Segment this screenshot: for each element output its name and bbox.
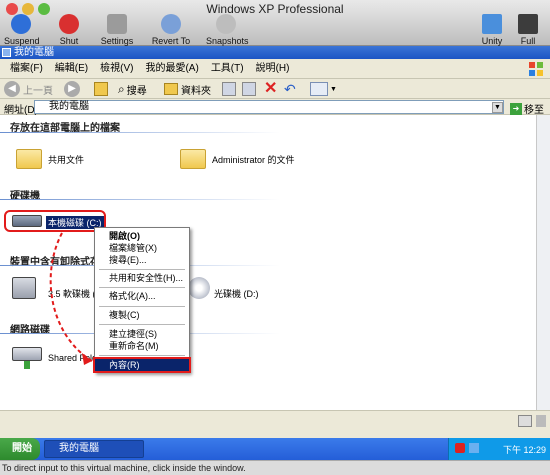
cd-drive-item[interactable]: 光碟機 (D:)	[214, 287, 259, 300]
menu-bar: 檔案(F) 編輯(E) 檢視(V) 我的最愛(A) 工具(T) 說明(H)	[0, 59, 550, 79]
folders-button[interactable]: 資料夾	[164, 81, 211, 97]
go-arrow-icon: ➜	[510, 102, 522, 115]
taskbar-my-computer-button[interactable]: 我的電腦	[44, 440, 144, 458]
ctx-copy[interactable]: 複製(C)	[95, 309, 189, 321]
copy-to-icon	[242, 82, 256, 96]
content-pane: 存放在這部電腦上的檔案 共用文件 Administrator 的文件 硬碟機 本…	[0, 115, 536, 410]
settings-icon	[107, 14, 127, 34]
stop-icon	[59, 14, 79, 34]
menu-tools[interactable]: 工具(T)	[205, 59, 250, 79]
vertical-scrollbar[interactable]	[536, 115, 550, 410]
forward-arrow-icon: ▶	[64, 81, 80, 97]
move-to-icon	[222, 82, 236, 96]
menu-favorites[interactable]: 我的最愛(A)	[139, 59, 204, 79]
security-alert-icon[interactable]	[455, 443, 465, 453]
chevron-down-icon: ▼	[330, 85, 337, 93]
menu-file[interactable]: 檔案(F)	[4, 59, 49, 79]
ctx-rename[interactable]: 重新命名(M)	[95, 340, 189, 352]
menu-help[interactable]: 說明(H)	[250, 59, 296, 79]
ctx-separator	[99, 324, 185, 325]
pause-icon	[11, 14, 31, 34]
unity-icon	[482, 14, 502, 34]
search-icon: ⌕	[118, 81, 125, 96]
menu-view[interactable]: 檢視(V)	[94, 59, 139, 79]
unity-button[interactable]: Unity	[478, 14, 506, 46]
xp-window-titlebar: 我的電腦	[0, 46, 550, 59]
toolbar: ◀ 上一頁 ▶ ⌕ 搜尋 資料夾 ✕ ↶ ▼	[0, 79, 550, 99]
back-button[interactable]: ◀ 上一頁	[4, 81, 53, 97]
undo-button[interactable]: ↶	[284, 81, 296, 97]
views-icon	[310, 82, 328, 96]
views-button[interactable]: ▼	[310, 81, 337, 97]
clock: 下午 12:29	[502, 445, 546, 455]
ctx-sharing[interactable]: 共用和安全性(H)...	[95, 272, 189, 284]
search-button[interactable]: ⌕ 搜尋	[118, 81, 147, 97]
start-button[interactable]: 開始	[0, 438, 40, 460]
up-folder-button[interactable]	[94, 81, 108, 97]
network-tray-icon[interactable]	[469, 443, 479, 453]
folders-icon	[164, 83, 178, 95]
suspend-label: Suspend	[4, 36, 40, 46]
start-label: 開始	[12, 443, 32, 454]
system-tray: 下午 12:29	[448, 438, 550, 460]
device-icons[interactable]	[428, 463, 488, 473]
host-status-bar: To direct input to this virtual machine,…	[0, 460, 550, 475]
up-folder-icon	[94, 82, 108, 96]
suspend-button[interactable]: Suspend	[4, 14, 40, 46]
address-bar: 網址(D) 我的電腦	[0, 99, 550, 116]
undo-icon: ↶	[284, 80, 296, 97]
ctx-separator	[99, 269, 185, 270]
folders-label: 資料夾	[181, 85, 211, 97]
back-arrow-icon: ◀	[4, 81, 20, 97]
snapshots-label: Snapshots	[206, 36, 249, 46]
ctx-separator	[99, 306, 185, 307]
admin-documents-item[interactable]: Administrator 的文件	[212, 153, 295, 166]
ctx-create-shortcut[interactable]: 建立捷徑(S)	[95, 328, 189, 340]
fullscreen-icon	[518, 14, 538, 34]
snapshots-button[interactable]: Snapshots	[206, 14, 249, 46]
go-label: 移至	[524, 105, 544, 116]
copy-to-button[interactable]	[242, 81, 256, 97]
host-titlebar: Windows XP Professional Suspend Shut Dow…	[0, 0, 550, 56]
host-status-text: To direct input to this virtual machine,…	[2, 463, 246, 473]
ctx-explore[interactable]: 檔案總管(X)	[95, 242, 189, 254]
status-bar	[0, 410, 550, 438]
address-dropdown-button[interactable]: ▼	[492, 102, 503, 113]
ctx-search[interactable]: 搜尋(E)...	[95, 254, 189, 266]
back-label: 上一頁	[23, 85, 53, 97]
camera-icon	[216, 14, 236, 34]
computer-status-icon	[518, 415, 532, 427]
resize-grip-icon[interactable]	[536, 415, 546, 427]
move-to-button[interactable]	[222, 81, 236, 97]
search-label: 搜尋	[126, 85, 147, 97]
settings-label: Settings	[100, 36, 134, 46]
ctx-separator	[99, 355, 185, 356]
address-input[interactable]: 我的電腦	[34, 100, 504, 114]
context-menu: 開啟(O) 檔案總管(X) 搜尋(E)... 共用和安全性(H)... 格式化(…	[93, 227, 191, 373]
forward-button[interactable]: ▶	[64, 81, 80, 97]
ctx-properties[interactable]: 內容(R)	[93, 357, 191, 373]
xp-window-title: 我的電腦	[14, 47, 54, 58]
ctx-format[interactable]: 格式化(A)...	[95, 290, 189, 302]
delete-x-icon: ✕	[264, 80, 278, 97]
taskbar: 開始 我的電腦 下午 12:29	[0, 438, 550, 460]
go-button[interactable]: ➜ 移至	[510, 101, 544, 116]
address-label: 網址(D)	[4, 105, 38, 116]
ctx-open[interactable]: 開啟(O)	[95, 230, 189, 242]
unity-label: Unity	[481, 36, 503, 46]
address-value: 我的電腦	[49, 101, 89, 112]
settings-button[interactable]: Settings	[100, 14, 134, 46]
my-computer-icon	[2, 48, 11, 57]
task-label: 我的電腦	[59, 443, 99, 454]
revert-icon	[161, 14, 181, 34]
ctx-separator	[99, 287, 185, 288]
windows-logo-icon	[529, 62, 543, 76]
menu-edit[interactable]: 編輯(E)	[49, 59, 94, 79]
delete-button[interactable]: ✕	[264, 81, 277, 97]
